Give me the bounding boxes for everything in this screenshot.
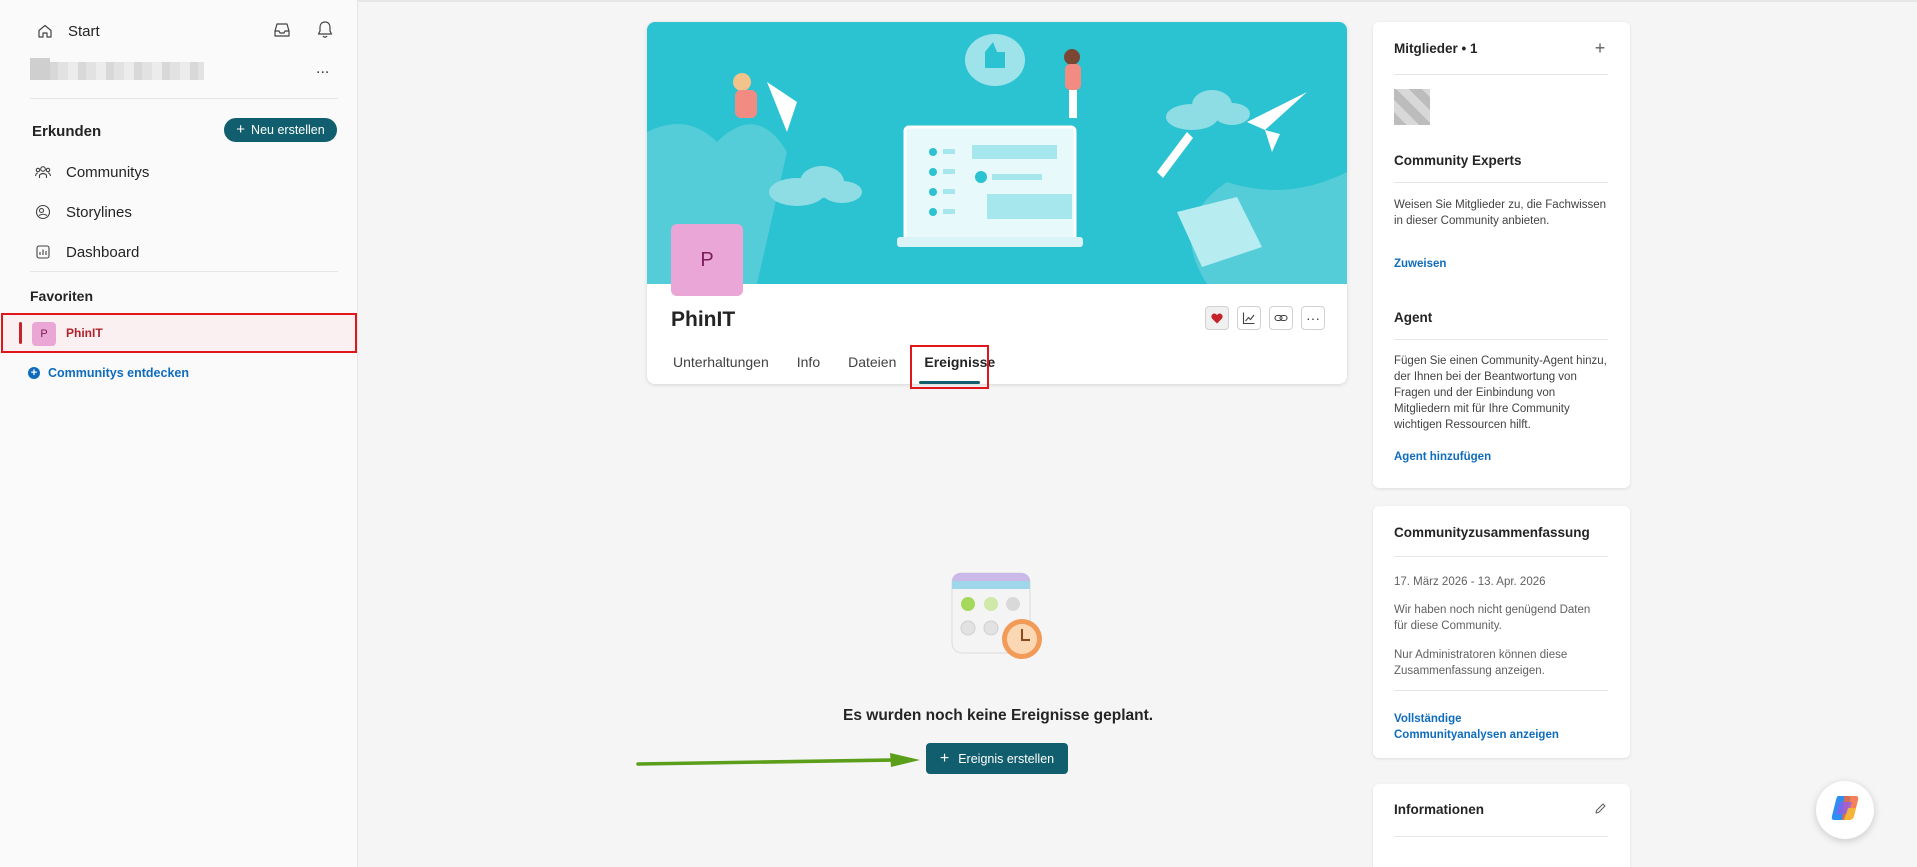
favorite-community-phinit[interactable]: P PhinIT — [1, 313, 357, 353]
add-member-icon[interactable]: + — [1592, 38, 1608, 58]
divider — [1394, 836, 1608, 837]
inbox-icon[interactable] — [272, 20, 292, 40]
information-card: Informationen — [1373, 784, 1630, 867]
members-count: 1 — [1470, 41, 1478, 56]
summary-admin-text: Nur Administratoren können diese Zusamme… — [1394, 649, 1568, 677]
storylines-icon — [34, 203, 52, 221]
create-event-button[interactable]: + Ereignis erstellen — [926, 743, 1068, 774]
nav-dashboard-label: Dashboard — [66, 243, 140, 261]
discover-label: Communitys entdecken — [48, 366, 190, 380]
sidebar-divider — [30, 271, 338, 272]
user-avatar-blurred[interactable] — [30, 58, 204, 80]
analytics-icon[interactable] — [1237, 306, 1261, 330]
new-create-button[interactable]: + Neu erstellen — [224, 118, 337, 142]
agent-description: Fügen Sie einen Community-Agent hinzu, d… — [1394, 355, 1607, 431]
plus-icon: + — [236, 121, 246, 138]
community-logo: P — [671, 224, 743, 296]
nav-home[interactable]: Start — [36, 22, 100, 40]
community-actions: ··· — [1205, 306, 1325, 330]
dashboard-icon — [34, 243, 52, 261]
assign-experts-link[interactable]: Zuweisen — [1394, 256, 1446, 272]
divider — [1394, 74, 1608, 75]
community-summary-card: Communityzusammenfassung 17. März 2026 -… — [1373, 506, 1630, 758]
agent-title: Agent — [1394, 310, 1433, 325]
copilot-icon — [1830, 794, 1860, 827]
explore-heading: Erkunden — [32, 123, 102, 140]
discover-communities-link[interactable]: + Communitys entdecken — [28, 366, 189, 380]
tab-files[interactable]: Dateien — [848, 354, 896, 378]
copilot-button[interactable] — [1816, 781, 1874, 839]
sidebar-divider — [30, 98, 338, 99]
full-analytics-link[interactable]: Vollständige Communityanalysen anzeigen — [1394, 711, 1574, 743]
bell-icon[interactable] — [316, 20, 334, 40]
link-icon[interactable] — [1269, 306, 1293, 330]
calendar-clock-icon — [950, 571, 1045, 663]
empty-events-message: Es wurden noch keine Ereignisse geplant. — [843, 707, 1154, 724]
experts-description: Weisen Sie Mitglieder zu, die Fachwissen… — [1394, 199, 1606, 227]
more-options-icon[interactable]: ... — [316, 60, 329, 78]
summary-no-data-text: Wir haben noch nicht genügend Daten für … — [1394, 604, 1591, 632]
member-avatar[interactable] — [1394, 89, 1430, 125]
left-sidebar: Start ... Erkunden + Neu erstellen Commu… — [0, 0, 358, 867]
home-icon — [36, 22, 54, 40]
nav-storylines-label: Storylines — [66, 203, 132, 221]
plus-circle-icon: + — [28, 367, 40, 379]
nav-communities-label: Communitys — [66, 163, 150, 181]
community-header-card: P PhinIT ··· Unterhaltungen Info Dateien… — [647, 22, 1347, 384]
annotation-highlight-box — [910, 345, 989, 389]
nav-storylines[interactable]: Storylines — [34, 203, 132, 221]
annotation-arrow — [636, 752, 922, 768]
nav-home-label: Start — [68, 22, 100, 40]
favorite-heart-icon[interactable] — [1205, 306, 1229, 330]
information-title: Informationen — [1394, 802, 1484, 817]
divider — [1394, 556, 1608, 557]
tab-info[interactable]: Info — [797, 354, 820, 378]
experts-title: Community Experts — [1394, 153, 1522, 168]
selection-indicator — [19, 322, 22, 344]
nav-dashboard[interactable]: Dashboard — [34, 243, 139, 261]
new-create-label: Neu erstellen — [251, 123, 325, 137]
members-agent-card: Mitglieder • 1 + Community Experts Weise… — [1373, 22, 1630, 488]
community-banner-image — [647, 22, 1347, 284]
summary-date-range: 17. März 2026 - 13. Apr. 2026 — [1394, 576, 1546, 588]
create-event-label: Ereignis erstellen — [958, 751, 1055, 766]
edit-pencil-icon[interactable] — [1592, 800, 1608, 816]
divider — [1394, 690, 1608, 691]
divider — [1394, 339, 1608, 340]
favorites-heading: Favoriten — [30, 288, 94, 304]
divider — [1394, 182, 1608, 183]
tab-conversations[interactable]: Unterhaltungen — [673, 354, 769, 378]
favorite-label: PhinIT — [66, 326, 103, 340]
add-agent-link[interactable]: Agent hinzufügen — [1394, 449, 1491, 465]
nav-communities[interactable]: Communitys — [34, 163, 149, 181]
plus-icon: + — [939, 749, 950, 767]
members-title: Mitglieder • 1 — [1394, 41, 1478, 56]
members-label: Mitglieder — [1394, 41, 1458, 56]
community-title: PhinIT — [671, 308, 736, 331]
people-community-icon — [34, 163, 52, 181]
more-icon[interactable]: ··· — [1301, 306, 1325, 330]
community-avatar: P — [32, 322, 56, 346]
summary-title: Communityzusammenfassung — [1394, 525, 1590, 540]
